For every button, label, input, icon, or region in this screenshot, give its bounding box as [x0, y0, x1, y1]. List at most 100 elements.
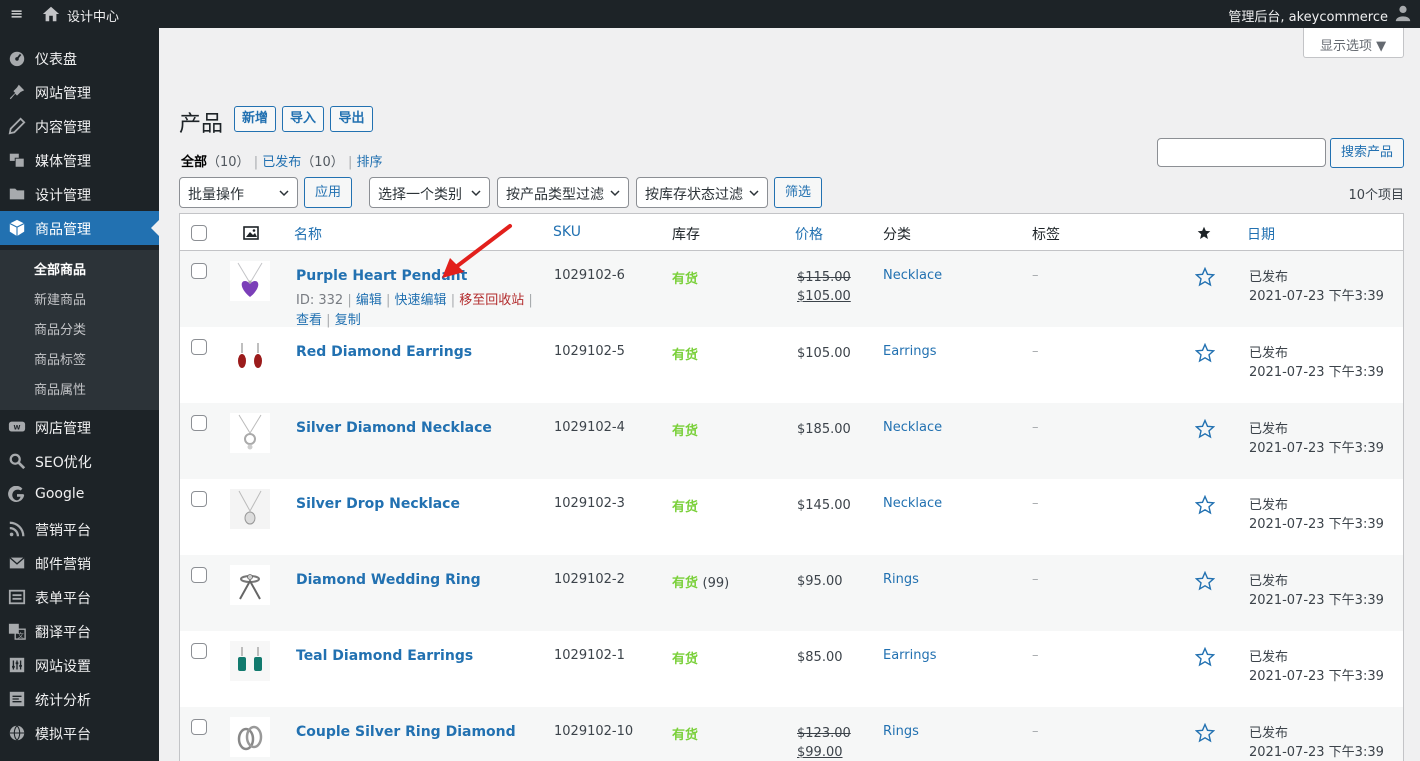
star-outline-icon[interactable] [1195, 267, 1215, 287]
sidebar-item-forms[interactable]: 表单平台 [0, 580, 159, 614]
product-thumbnail[interactable] [230, 565, 270, 605]
search-products-button[interactable]: 搜索产品 [1330, 138, 1404, 168]
product-thumbnail[interactable] [230, 489, 270, 529]
menu-toggle-icon[interactable]: ≡ [10, 5, 23, 23]
publish-date: 已发布 2021-07-23 下午3:39 [1249, 724, 1384, 761]
row-checkbox[interactable] [191, 263, 207, 279]
sidebar-item-label: 邮件营销 [35, 557, 91, 573]
trash-link[interactable]: 移至回收站 [459, 293, 524, 308]
submenu-attributes[interactable]: 商品属性 [34, 379, 86, 398]
screen-options-button[interactable]: 显示选项 ▼ [1303, 28, 1404, 58]
star-outline-icon[interactable] [1195, 419, 1215, 439]
edit-icon [8, 117, 26, 135]
product-name-link[interactable]: Silver Drop Necklace [296, 496, 460, 512]
product-category-link[interactable]: Earrings [883, 648, 937, 663]
star-outline-icon[interactable] [1195, 571, 1215, 591]
search-input[interactable] [1157, 138, 1326, 167]
submenu-new-product[interactable]: 新建商品 [34, 289, 86, 308]
select-all-checkbox[interactable] [191, 225, 207, 241]
site-name-link[interactable]: 设计中心 [67, 6, 119, 25]
product-thumbnail[interactable] [230, 261, 270, 301]
sidebar-item-design[interactable]: 设计管理 [0, 177, 159, 211]
category-filter-select[interactable]: 选择一个类别 [369, 177, 490, 208]
product-id: ID: 332 [296, 293, 344, 308]
star-outline-icon[interactable] [1195, 495, 1215, 515]
publish-datetime: 2021-07-23 下午3:39 [1249, 289, 1384, 304]
column-date[interactable]: 日期 [1247, 224, 1275, 244]
row-checkbox[interactable] [191, 567, 207, 583]
featured-star-icon[interactable] [1197, 226, 1211, 240]
globe-icon [9, 725, 25, 741]
submenu-tags[interactable]: 商品标签 [34, 349, 86, 368]
bulk-actions-select[interactable]: 批量操作 [179, 177, 298, 208]
separator: | [347, 155, 353, 170]
product-category-link[interactable]: Necklace [883, 268, 942, 283]
view-sort-link[interactable]: 排序 [356, 155, 382, 170]
view-link[interactable]: 查看 [296, 313, 322, 328]
column-sku[interactable]: SKU [553, 224, 581, 240]
sidebar-item-simulator[interactable]: 模拟平台 [0, 716, 159, 750]
submenu-all-products[interactable]: 全部商品 [34, 259, 86, 278]
submenu-categories[interactable]: 商品分类 [34, 319, 86, 338]
product-category-link[interactable]: Necklace [883, 420, 942, 435]
star-outline-icon[interactable] [1195, 723, 1215, 743]
product-name-link[interactable]: Diamond Wedding Ring [296, 572, 481, 588]
sidebar-item-email[interactable]: 邮件营销 [0, 546, 159, 580]
sidebar-item-dashboard[interactable]: 仪表盘 [0, 41, 159, 75]
sidebar-item-content[interactable]: 内容管理 [0, 109, 159, 143]
row-checkbox[interactable] [191, 415, 207, 431]
sidebar-item-site-management[interactable]: 网站管理 [0, 75, 159, 109]
row-checkbox[interactable] [191, 491, 207, 507]
product-name-link[interactable]: Couple Silver Ring Diamond [296, 724, 516, 740]
row-checkbox[interactable] [191, 719, 207, 735]
export-button[interactable]: 导出 [330, 106, 373, 132]
sidebar-item-products[interactable]: 商品管理 [0, 211, 159, 245]
import-button[interactable]: 导入 [282, 106, 324, 132]
row-checkbox[interactable] [191, 339, 207, 355]
view-all-link[interactable]: 全部 [181, 155, 207, 170]
product-name-link[interactable]: Silver Diamond Necklace [296, 420, 492, 436]
sidebar-item-translate[interactable]: 文 翻译平台 [0, 614, 159, 648]
sidebar-item-analytics[interactable]: 统计分析 [0, 682, 159, 716]
sidebar-item-seo[interactable]: SEO优化 [0, 444, 159, 478]
product-name-link[interactable]: Red Diamond Earrings [296, 344, 472, 360]
google-icon [8, 486, 25, 502]
filter-button[interactable]: 筛选 [774, 177, 822, 208]
type-filter-select[interactable]: 按产品类型过滤 [497, 177, 629, 208]
product-name-link[interactable]: Teal Diamond Earrings [296, 648, 473, 664]
product-thumbnail[interactable] [230, 337, 270, 377]
user-avatar-icon[interactable] [1394, 4, 1412, 22]
edit-link[interactable]: 编辑 [356, 293, 382, 308]
product-thumbnail[interactable] [230, 717, 270, 757]
sidebar-item-google[interactable]: Google [0, 478, 159, 512]
apply-button[interactable]: 应用 [304, 177, 352, 208]
column-name[interactable]: 名称 [294, 224, 322, 244]
search-icon [9, 453, 26, 470]
stock-label: 有货 [672, 652, 699, 667]
type-filter-value: 按产品类型过滤 [506, 187, 604, 203]
product-thumbnail[interactable] [230, 413, 270, 453]
translate-icon: 文 [8, 623, 26, 640]
column-price[interactable]: 价格 [795, 224, 823, 244]
product-category-link[interactable]: Rings [883, 572, 919, 587]
star-outline-icon[interactable] [1195, 647, 1215, 667]
price: $105.00 [797, 346, 851, 361]
product-category-link[interactable]: Necklace [883, 496, 942, 511]
product-category-link[interactable]: Earrings [883, 344, 937, 359]
sidebar-item-media[interactable]: 媒体管理 [0, 143, 159, 177]
account-link[interactable]: 管理后台, akeycommerce [1228, 6, 1388, 25]
home-icon[interactable] [42, 5, 60, 23]
sidebar-item-store[interactable]: W 网店管理 [0, 410, 159, 444]
quick-edit-link[interactable]: 快速编辑 [395, 293, 447, 308]
product-category-link[interactable]: Rings [883, 724, 919, 739]
sidebar-item-settings[interactable]: 网站设置 [0, 648, 159, 682]
row-checkbox[interactable] [191, 643, 207, 659]
duplicate-link[interactable]: 复制 [335, 313, 361, 328]
sidebar-item-marketing[interactable]: 营销平台 [0, 512, 159, 546]
stock-filter-select[interactable]: 按库存状态过滤 [636, 177, 768, 208]
star-outline-icon[interactable] [1195, 343, 1215, 363]
view-published-link[interactable]: 已发布 [262, 155, 301, 170]
add-new-button[interactable]: 新增 [234, 106, 276, 132]
separator: | [326, 313, 331, 328]
product-thumbnail[interactable] [230, 641, 270, 681]
